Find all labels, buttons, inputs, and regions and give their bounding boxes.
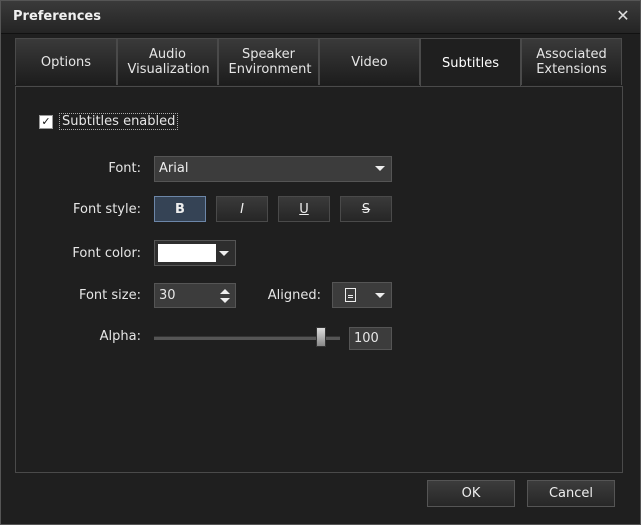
cancel-button[interactable]: Cancel [527, 480, 615, 507]
font-select-value: Arial [159, 161, 189, 176]
alpha-input[interactable]: 100 [349, 327, 392, 350]
alpha-slider-track[interactable] [154, 336, 340, 340]
tab-label: Subtitles [442, 55, 499, 71]
font-color-picker[interactable] [154, 240, 236, 266]
font-color-label: Font color: [72, 246, 141, 261]
aligned-label: Aligned: [267, 288, 321, 303]
tab-options[interactable]: Options [15, 38, 117, 85]
alignment-select[interactable] [332, 282, 392, 308]
alpha-slider-thumb[interactable] [316, 327, 326, 347]
tab-label: Options [40, 54, 92, 70]
bold-button[interactable]: B [154, 196, 206, 222]
strikethrough-button[interactable]: S [340, 196, 392, 222]
ok-button[interactable]: OK [427, 480, 515, 507]
tab-label: Video [351, 54, 388, 70]
window-title: Preferences [13, 9, 101, 24]
tab-label: Speaker Environment [228, 47, 312, 77]
subtitles-enabled-row[interactable]: ✓ Subtitles enabled [39, 113, 179, 130]
italic-button[interactable]: I [216, 196, 268, 222]
align-center-icon [345, 288, 356, 302]
font-size-stepper[interactable]: 30 [154, 283, 236, 308]
subtitles-enabled-label[interactable]: Subtitles enabled [59, 113, 179, 130]
color-swatch [158, 244, 216, 262]
alpha-value: 100 [354, 331, 379, 346]
tab-bar: Options Audio Visualization Speaker Envi… [15, 38, 623, 87]
stepper-up-icon[interactable] [220, 289, 230, 294]
close-icon[interactable]: ✕ [614, 7, 632, 25]
subtitles-panel [15, 86, 623, 473]
tab-speaker-environment[interactable]: Speaker Environment [218, 38, 319, 85]
subtitles-enabled-checkbox[interactable]: ✓ [39, 114, 53, 129]
tab-label: Associated Extensions [536, 47, 607, 77]
underline-button[interactable]: U [278, 196, 330, 222]
tab-subtitles[interactable]: Subtitles [420, 38, 521, 87]
tab-associated-extensions[interactable]: Associated Extensions [521, 38, 622, 85]
font-select[interactable]: Arial [154, 156, 392, 182]
tab-audio-visualization[interactable]: Audio Visualization [117, 38, 218, 85]
stepper-down-icon[interactable] [220, 298, 230, 303]
font-label: Font: [108, 161, 141, 176]
chevron-down-icon [375, 293, 385, 298]
font-size-value: 30 [159, 288, 176, 303]
tab-video[interactable]: Video [319, 38, 420, 85]
tab-label: Audio Visualization [127, 47, 210, 77]
alpha-label: Alpha: [99, 329, 141, 344]
font-size-label: Font size: [78, 288, 141, 303]
preferences-dialog: Preferences ✕ Options Audio Visualizatio… [0, 0, 641, 525]
chevron-down-icon [375, 166, 385, 171]
chevron-down-icon [219, 251, 229, 256]
font-style-label: Font style: [73, 202, 141, 217]
title-bar: Preferences ✕ [1, 1, 640, 34]
